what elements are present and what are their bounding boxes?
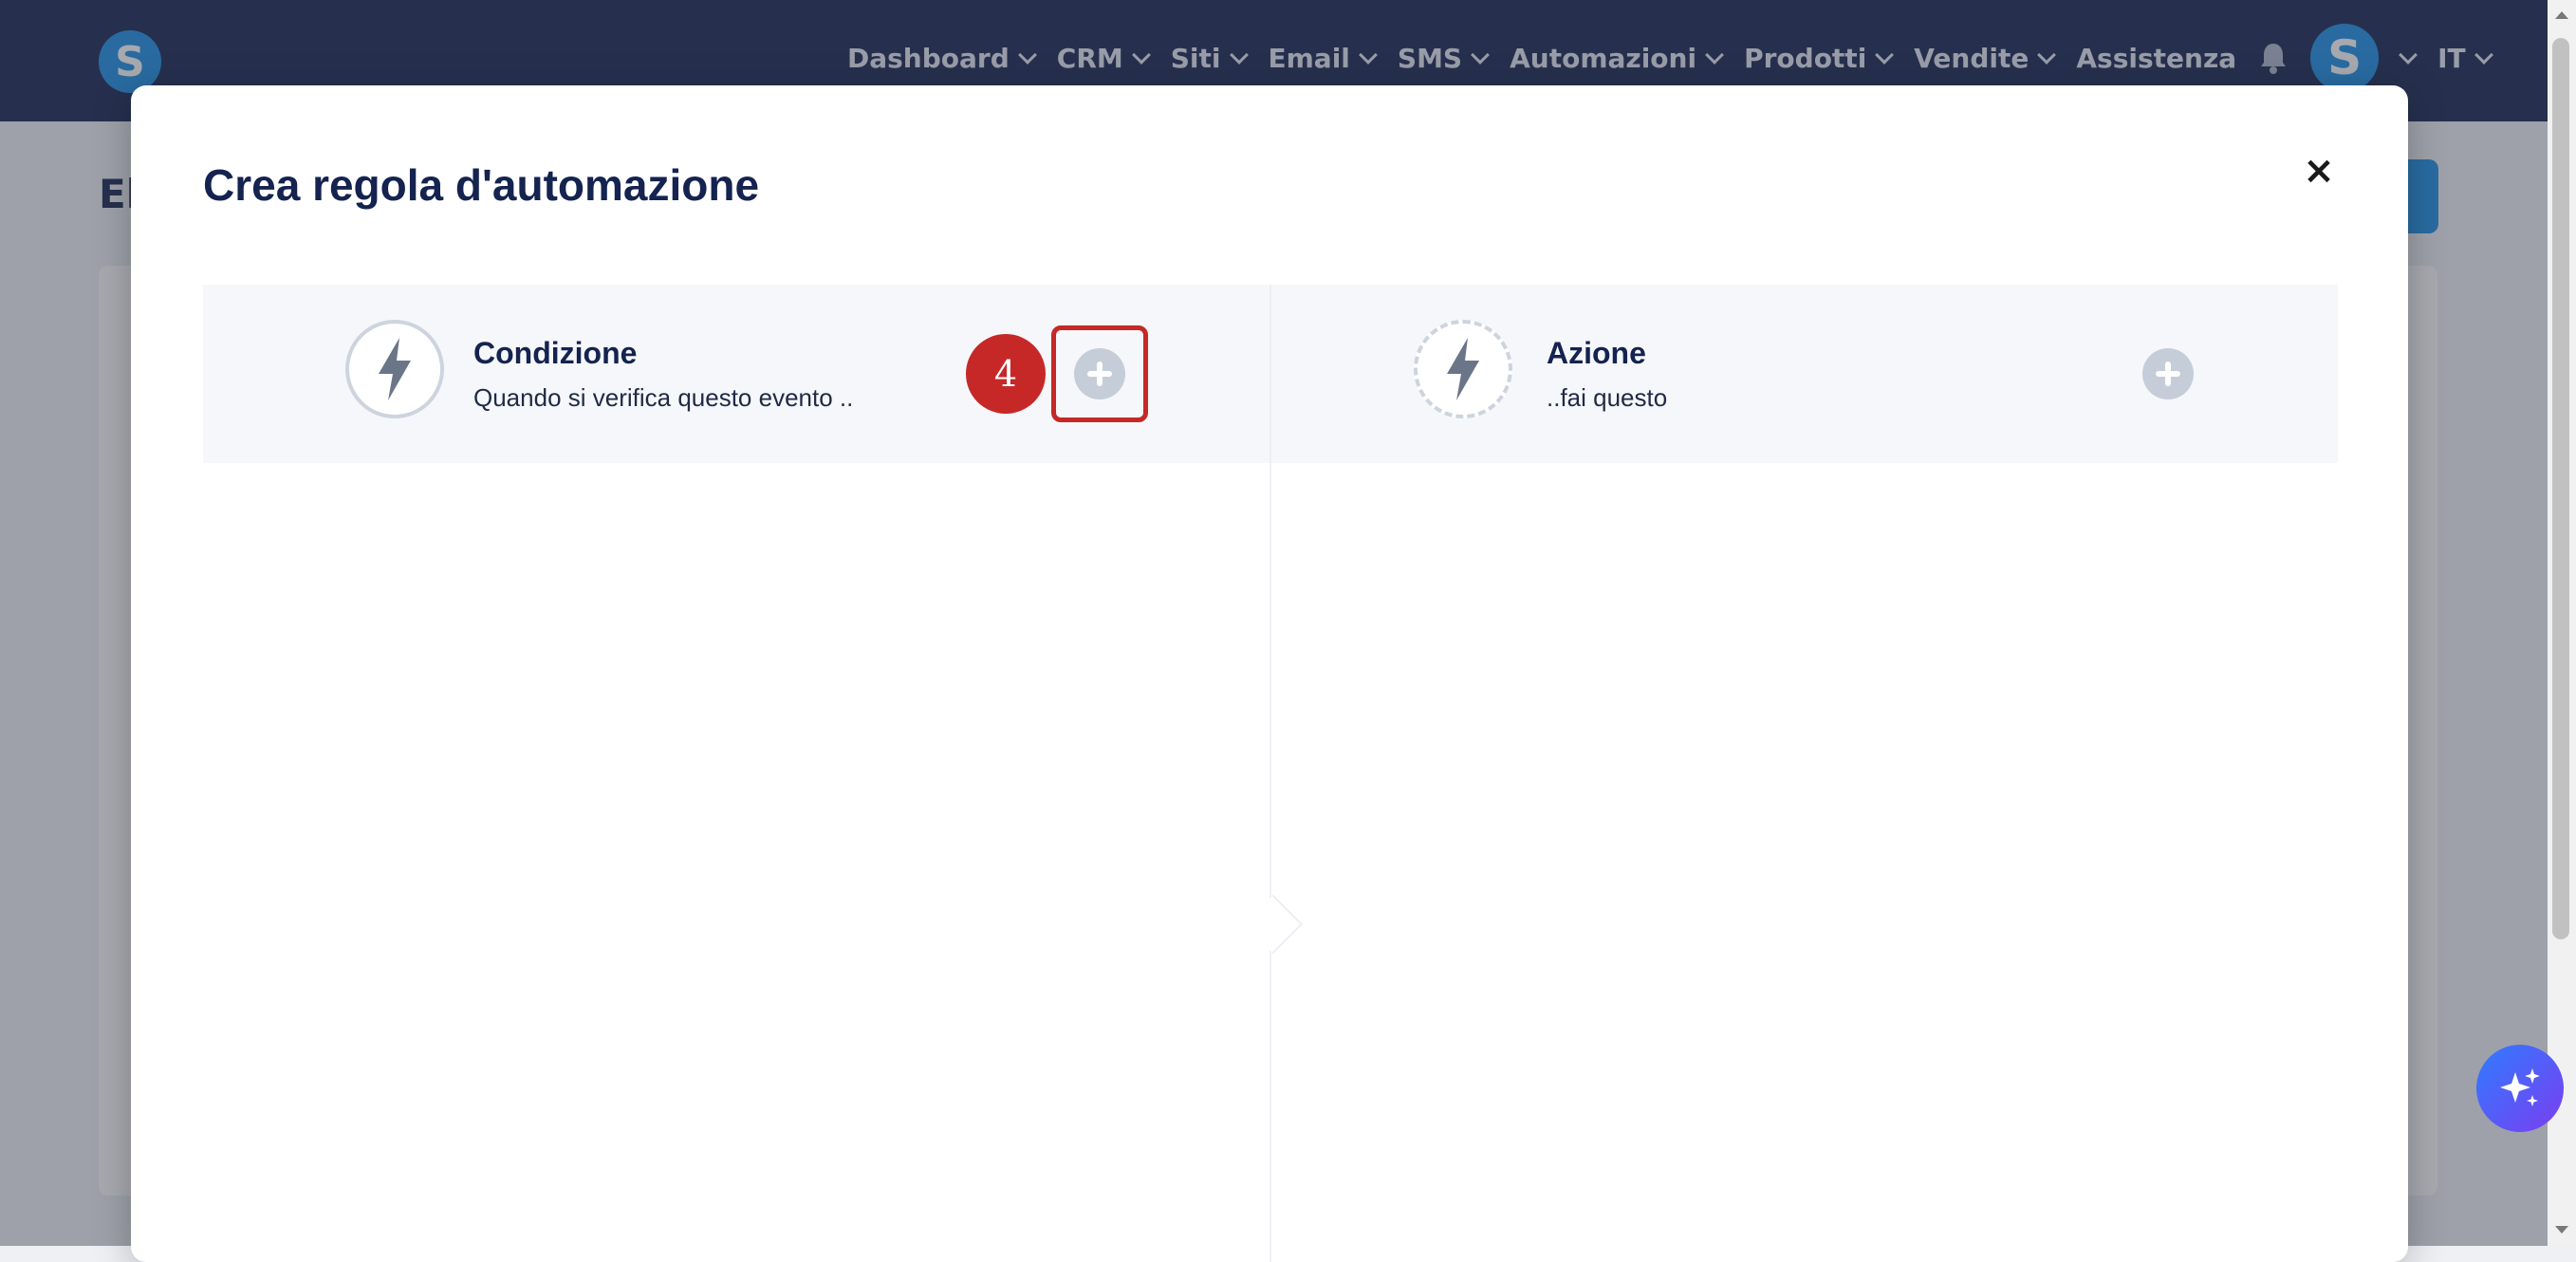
step-highlight-box: [1051, 325, 1148, 422]
ai-assistant-button[interactable]: [2476, 1045, 2564, 1132]
lightning-cycle-icon: [1414, 320, 1512, 418]
condition-title: Condizione: [473, 336, 638, 370]
automation-rule-modal: Crea regola d'automazione × Condizione Q…: [131, 85, 2408, 1262]
sparkles-icon: [2500, 1068, 2540, 1106]
add-action-button[interactable]: [2142, 348, 2194, 399]
condition-subtitle: Quando si verifica questo evento ..: [473, 383, 854, 412]
divider-arrow: [1243, 894, 1304, 955]
plus-icon-vertical: [2165, 362, 2171, 386]
scroll-up-arrow[interactable]: [2555, 11, 2568, 19]
lightning-icon: [345, 320, 444, 418]
action-title: Azione: [1547, 336, 1646, 370]
step-number-badge: 4: [966, 334, 1046, 414]
scroll-down-arrow[interactable]: [2555, 1226, 2568, 1234]
scrollbar-thumb[interactable]: [2552, 38, 2569, 939]
column-divider: [1269, 285, 1271, 1262]
close-button[interactable]: ×: [2300, 152, 2338, 190]
action-subtitle: ..fai questo: [1547, 383, 1668, 412]
modal-title: Crea regola d'automazione: [203, 160, 760, 210]
